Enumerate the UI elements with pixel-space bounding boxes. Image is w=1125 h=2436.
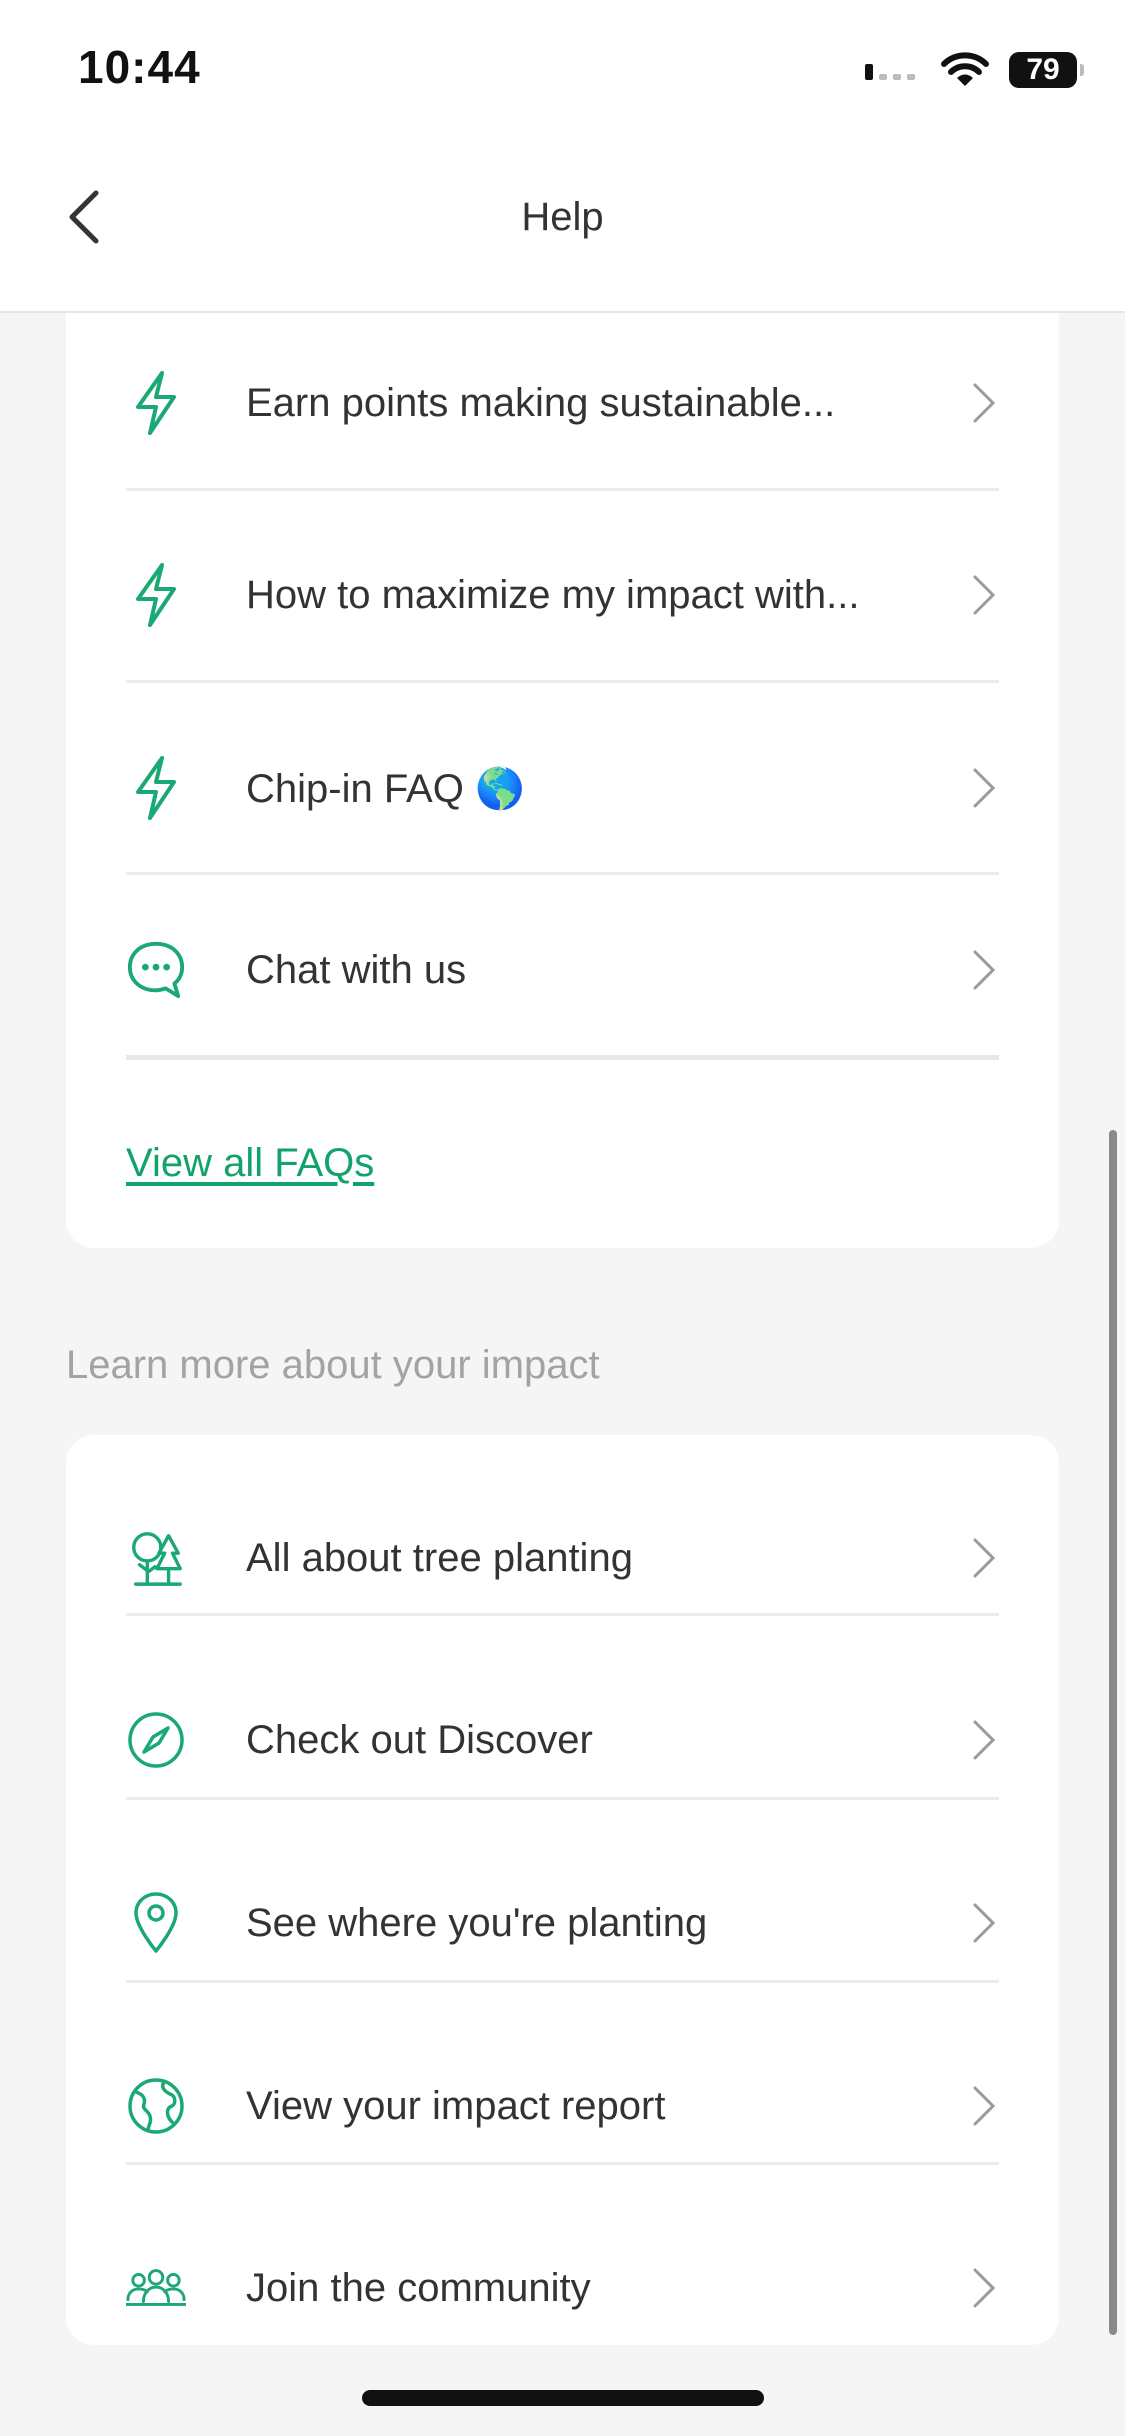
divider — [126, 1613, 999, 1616]
globe-icon — [126, 2076, 186, 2136]
status-icons: 79 — [865, 48, 1084, 92]
chat-with-us-label: Chat with us — [246, 947, 467, 992]
faq-item-label: Earn points making sustainable... — [246, 380, 836, 425]
chevron-right-icon — [973, 1903, 996, 1943]
trees-icon — [126, 1528, 186, 1588]
home-indicator[interactable] — [362, 2390, 764, 2406]
wifi-icon — [941, 52, 989, 86]
divider — [126, 1055, 999, 1060]
chevron-right-icon — [973, 383, 996, 423]
learn-item-discover[interactable]: Check out Discover — [126, 1695, 999, 1785]
chevron-right-icon — [973, 575, 996, 615]
faq-item-earn-points[interactable]: Earn points making sustainable... — [126, 358, 999, 448]
divider — [126, 680, 999, 683]
learn-more-heading: Learn more about your impact — [66, 1343, 600, 1387]
chevron-right-icon — [973, 950, 996, 990]
chevron-right-icon — [973, 768, 996, 808]
faq-card: Earn points making sustainable... How to… — [66, 313, 1059, 1248]
faq-item-label: How to maximize my impact with... — [246, 572, 860, 617]
view-all-faqs-link[interactable]: View all FAQs — [126, 1141, 374, 1186]
faq-item-label: Chip-in FAQ 🌎 — [246, 766, 525, 811]
status-bar: 10:44 79 — [0, 0, 1125, 135]
faq-item-chip-in[interactable]: Chip-in FAQ 🌎 — [126, 743, 999, 833]
learn-item-label: Join the community — [246, 2265, 591, 2310]
chat-with-us-item[interactable]: Chat with us — [126, 925, 999, 1015]
bolt-icon — [126, 371, 186, 435]
learn-item-label: See where you're planting — [246, 1900, 708, 1945]
compass-icon — [126, 1710, 186, 1770]
chevron-right-icon — [973, 1538, 996, 1578]
faq-item-maximize-impact[interactable]: How to maximize my impact with... — [126, 550, 999, 640]
divider — [126, 2162, 999, 2165]
chat-bubble-icon — [126, 940, 186, 1000]
bolt-icon — [126, 756, 186, 820]
learn-item-community[interactable]: Join the community — [126, 2243, 999, 2333]
scrollbar[interactable] — [1109, 1130, 1117, 2335]
map-pin-icon — [126, 1892, 186, 1953]
divider — [126, 872, 999, 875]
divider — [126, 488, 999, 491]
learn-item-planting-locations[interactable]: See where you're planting — [126, 1878, 999, 1968]
learn-more-card: All about tree planting Check out Discov… — [66, 1435, 1059, 2345]
learn-item-impact-report[interactable]: View your impact report — [126, 2061, 999, 2151]
learn-item-label: View your impact report — [246, 2083, 666, 2128]
chevron-right-icon — [973, 1720, 996, 1760]
battery-indicator: 79 — [1009, 52, 1084, 88]
cellular-signal-icon — [865, 64, 915, 80]
divider — [126, 1980, 999, 1983]
chevron-right-icon — [973, 2086, 996, 2126]
status-time: 10:44 — [78, 41, 201, 93]
learn-item-tree-planting[interactable]: All about tree planting — [126, 1513, 999, 1603]
page-title: Help — [521, 195, 604, 239]
bolt-icon — [126, 563, 186, 627]
community-icon — [126, 2258, 186, 2318]
divider — [126, 1797, 999, 1800]
learn-item-label: Check out Discover — [246, 1717, 593, 1762]
learn-item-label: All about tree planting — [246, 1535, 633, 1580]
chevron-right-icon — [973, 2268, 996, 2308]
nav-header: Help — [0, 135, 1125, 313]
